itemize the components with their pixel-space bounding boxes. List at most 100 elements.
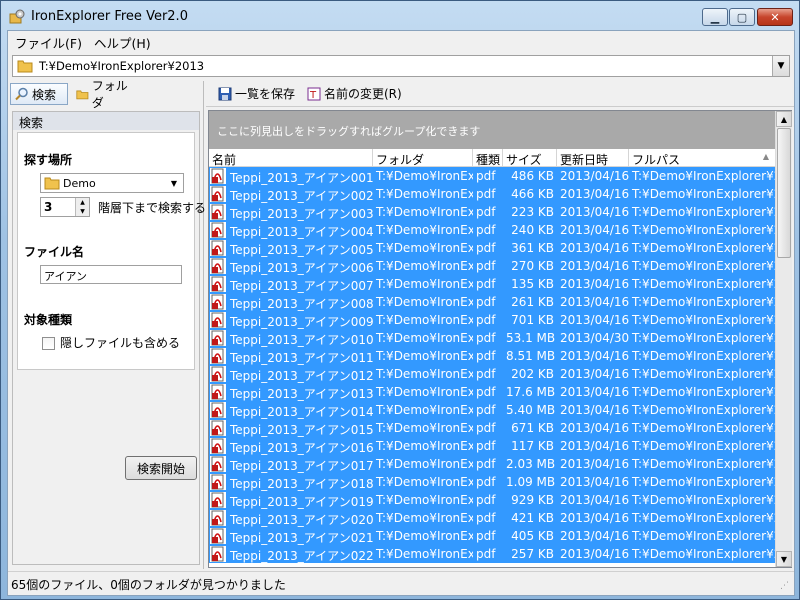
table-row[interactable]: Teppi_2013_アイアン016.pdfT:¥Demo¥IronExplor…: [209, 437, 775, 455]
col-date[interactable]: 更新日時: [557, 149, 629, 167]
hidden-files-label[interactable]: 隠しファイルも含める: [60, 334, 180, 351]
location-combobox[interactable]: Demo ▼: [40, 173, 184, 193]
cell-fullpath: T:¥Demo¥IronExplorer¥2013: [632, 475, 775, 489]
tab-folder[interactable]: フォルダ: [72, 79, 134, 110]
path-dropdown-button[interactable]: ▼: [772, 56, 789, 76]
cell-type: pdf: [476, 313, 496, 327]
chevron-down-icon[interactable]: ▼: [80, 208, 85, 215]
cell-name: Teppi_2013_アイアン003.pdf: [230, 207, 373, 221]
table-row[interactable]: Teppi_2013_アイアン002.pdfT:¥Demo¥IronExplor…: [209, 185, 775, 203]
hidden-files-checkbox[interactable]: [42, 337, 55, 350]
folder-icon: [76, 90, 89, 99]
cell-name: Teppi_2013_アイアン018.pdf: [230, 477, 373, 491]
depth-stepper[interactable]: 3 ▲ ▼: [40, 197, 90, 217]
chevron-down-icon[interactable]: ▼: [166, 175, 182, 191]
tab-folder-label: フォルダ: [91, 79, 128, 110]
cell-size: 361 KB: [511, 241, 554, 255]
menu-help[interactable]: ヘルプ(H): [94, 33, 151, 52]
stepper-buttons[interactable]: ▲ ▼: [75, 198, 89, 216]
title-bar[interactable]: IronExplorer Free Ver2.0 ▁ ▢ ✕: [1, 1, 799, 31]
menu-file[interactable]: ファイル(F): [15, 33, 82, 52]
cell-type: pdf: [476, 421, 496, 435]
status-bar: 65個のファイル、0個のフォルダが見つかりました ⋰: [8, 571, 794, 595]
cell-type: pdf: [476, 475, 496, 489]
search-start-button[interactable]: 検索開始: [125, 456, 197, 480]
right-panel: 一覧を保存 T 名前の変更(R) ここに列見出しをドラッグすればグループ化できま…: [206, 81, 794, 569]
scroll-up-button[interactable]: ▲: [776, 111, 792, 127]
table-row[interactable]: Teppi_2013_アイアン022.pdfT:¥Demo¥IronExplor…: [209, 545, 775, 563]
cell-folder: T:¥Demo¥IronExplorer¥2013: [376, 511, 473, 525]
cell-fullpath: T:¥Demo¥IronExplorer¥2013: [632, 187, 775, 201]
table-row[interactable]: Teppi_2013_アイアン017.pdfT:¥Demo¥IronExplor…: [209, 455, 775, 473]
app-window: IronExplorer Free Ver2.0 ▁ ▢ ✕ ファイル(F) ヘ…: [0, 0, 800, 600]
maximize-button[interactable]: ▢: [729, 8, 755, 26]
close-button[interactable]: ✕: [757, 8, 793, 26]
col-fullpath[interactable]: フルパス ▲: [629, 149, 775, 167]
filename-input[interactable]: アイアン: [40, 265, 182, 284]
chevron-down-icon: ▼: [777, 61, 785, 71]
pdf-file-icon: [210, 222, 226, 238]
table-row[interactable]: Teppi_2013_アイアン018.pdf T:¥Demo¥IronExplor…: [209, 473, 775, 491]
table-row[interactable]: Teppi_2013_アイアン021.pdfT:¥Demo¥IronExplor…: [209, 527, 775, 545]
magnifier-icon: [15, 87, 28, 101]
resize-grip-icon[interactable]: ⋰: [780, 581, 792, 593]
cell-name: Teppi_2013_アイアン021.pdf: [230, 531, 373, 545]
cell-name: Teppi_2013_アイアン017.pdf: [230, 459, 373, 473]
chevron-up-icon[interactable]: ▲: [80, 199, 85, 206]
cell-name: Teppi_2013_アイアン016.pdf: [230, 441, 373, 455]
pdf-file-icon: [210, 240, 226, 256]
table-row[interactable]: Teppi_2013_アイアン004.pdfT:¥Demo¥IronExplor…: [209, 221, 775, 239]
table-row[interactable]: Teppi_2013_アイアン015.pdfT:¥Demo¥IronExplor…: [209, 419, 775, 437]
cell-size: 2.03 MB: [506, 457, 556, 471]
pdf-file-icon: [210, 420, 226, 436]
table-row[interactable]: Teppi_2013_アイアン011.pdfT:¥Demo¥IronExplor…: [209, 347, 775, 365]
minimize-button[interactable]: ▁: [702, 8, 728, 26]
table-row[interactable]: Teppi_2013_アイアン010.pdfT:¥Demo¥IronExplor…: [209, 329, 775, 347]
table-row[interactable]: Teppi_2013_アイアン005.pdfT:¥Demo¥IronExplor…: [209, 239, 775, 257]
tab-search[interactable]: 検索: [10, 83, 68, 105]
cell-fullpath: T:¥Demo¥IronExplorer¥2013: [632, 277, 775, 291]
cell-date: 2013/04/16: [560, 475, 629, 489]
group-by-area[interactable]: ここに列見出しをドラッグすればグループ化できます: [209, 111, 775, 149]
table-row[interactable]: Teppi_2013_アイアン014.pdfT:¥Demo¥IronExplor…: [209, 401, 775, 419]
table-row[interactable]: Teppi_2013_アイアン020.pdfT:¥Demo¥IronExplor…: [209, 509, 775, 527]
cell-fullpath: T:¥Demo¥IronExplorer¥2013: [632, 349, 775, 363]
cell-size: 8.51 MB: [506, 349, 556, 363]
cell-date: 2013/04/16: [560, 205, 629, 219]
file-grid[interactable]: ここに列見出しをドラッグすればグループ化できます 名前 フォルダ 種類 サイズ …: [208, 110, 792, 568]
table-row[interactable]: Teppi_2013_アイアン013.pdfT:¥Demo¥IronExplor…: [209, 383, 775, 401]
scroll-down-button[interactable]: ▼: [776, 551, 792, 567]
cell-date: 2013/04/16: [560, 511, 629, 525]
table-row[interactable]: Teppi_2013_アイアン008.pdfT:¥Demo¥IronExplor…: [209, 293, 775, 311]
left-panel: 検索 フォルダ 検索 探す場所 Demo ▼ 3 ▲ ▼ 階層下まで検索する フ…: [8, 79, 206, 569]
cell-name: Teppi_2013_アイアン019.pdf: [230, 495, 373, 509]
cell-folder: T:¥Demo¥IronExplorer¥2013: [376, 421, 473, 435]
col-name[interactable]: 名前: [209, 149, 373, 167]
cell-type: pdf: [476, 547, 496, 561]
save-list-button[interactable]: 一覧を保存: [218, 85, 295, 102]
column-header: 名前 フォルダ 種類 サイズ 更新日時 フルパス ▲: [209, 149, 775, 167]
col-size[interactable]: サイズ: [503, 149, 557, 167]
table-row[interactable]: Teppi_2013_アイアン012.pdfT:¥Demo¥IronExplor…: [209, 365, 775, 383]
cell-date: 2013/04/16: [560, 493, 629, 507]
cell-size: 5.40 MB: [506, 403, 556, 417]
cell-fullpath: T:¥Demo¥IronExplorer¥2013: [632, 295, 775, 309]
col-folder[interactable]: フォルダ: [373, 149, 473, 167]
vertical-scrollbar[interactable]: ▲ ▼: [775, 111, 792, 567]
table-row[interactable]: Teppi_2013_アイアン001.pdfT:¥Demo¥IronExplor…: [209, 167, 775, 185]
cell-name: Teppi_2013_アイアン020.pdf: [230, 513, 373, 527]
cell-type: pdf: [476, 349, 496, 363]
table-row[interactable]: Teppi_2013_アイアン009.pdfT:¥Demo¥IronExplor…: [209, 311, 775, 329]
table-row[interactable]: Teppi_2013_アイアン006.pdfT:¥Demo¥IronExplor…: [209, 257, 775, 275]
table-row[interactable]: Teppi_2013_アイアン003.pdfT:¥Demo¥IronExplor…: [209, 203, 775, 221]
chevron-down-icon: ▼: [780, 554, 788, 564]
rename-button[interactable]: T 名前の変更(R): [307, 85, 402, 102]
scroll-thumb[interactable]: [777, 128, 791, 258]
cell-type: pdf: [476, 403, 496, 417]
table-row[interactable]: Teppi_2013_アイアン007.pdfT:¥Demo¥IronExplor…: [209, 275, 775, 293]
table-row[interactable]: Teppi_2013_アイアン019.pdf T:¥Demo¥IronExplor…: [209, 491, 775, 509]
cell-size: 486 KB: [511, 169, 554, 183]
cell-fullpath: T:¥Demo¥IronExplorer¥2013: [632, 493, 775, 507]
path-combobox[interactable]: T:¥Demo¥IronExplorer¥2013 ▼: [12, 55, 790, 77]
col-type[interactable]: 種類: [473, 149, 503, 167]
